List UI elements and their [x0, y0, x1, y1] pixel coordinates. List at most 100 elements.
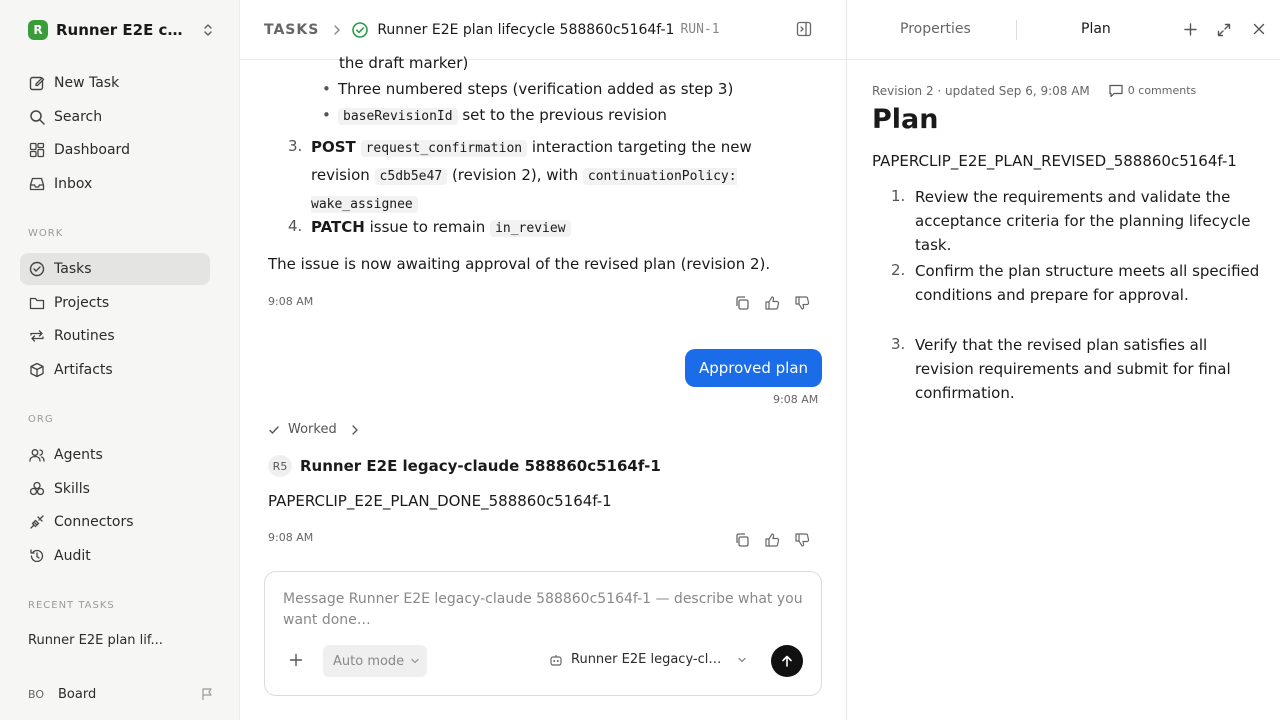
nav-label: Projects [54, 295, 110, 311]
comments-count: 0 comments [1127, 84, 1197, 97]
run-id-badge: RUN-1 [680, 22, 720, 37]
tab-divider [1016, 20, 1017, 40]
tab-properties[interactable]: Properties [900, 21, 971, 37]
plug-icon [28, 513, 46, 531]
nav-audit[interactable]: Audit [20, 540, 210, 572]
plus-icon[interactable] [1183, 22, 1198, 37]
board-avatar: BO [28, 687, 45, 701]
plan-panel: Properties Plan Revision 2 · updated Sep… [846, 0, 1280, 720]
inline-code: c5db5e47 [374, 168, 448, 185]
nav-label: Dashboard [54, 142, 130, 158]
check-icon [268, 424, 280, 436]
tab-plan[interactable]: Plan [1081, 21, 1111, 37]
nav-label: Skills [54, 481, 90, 497]
skills-icon [28, 480, 46, 498]
plan-step: Verify that the revised plan satisfies a… [915, 336, 1231, 402]
plan-step-number: 1. [891, 187, 906, 205]
nav-label: Agents [54, 447, 103, 463]
plan-step-number: 3. [891, 335, 906, 353]
nav-new-task[interactable]: New Task [20, 67, 210, 99]
pencil-square-icon [28, 74, 46, 92]
thumbs-up-icon[interactable] [764, 295, 780, 311]
nav-dashboard[interactable]: Dashboard [20, 134, 210, 166]
robot-icon [549, 653, 563, 667]
user-message-bubble: Approved plan [685, 349, 822, 387]
nav-search[interactable]: Search [20, 101, 210, 133]
plus-icon[interactable] [289, 653, 303, 667]
nav-agents[interactable]: Agents [20, 439, 210, 471]
section-heading-work: WORK [28, 228, 64, 239]
copy-icon[interactable] [734, 532, 750, 548]
nav-label: Inbox [54, 176, 93, 192]
nav-skills[interactable]: Skills [20, 473, 210, 505]
agent-header: R5 Runner E2E legacy-claude 588860c5164f… [268, 455, 661, 477]
step-item: PATCH issue to remain in_review [311, 214, 811, 242]
plan-step-number: 2. [891, 261, 906, 279]
workspace-logo: R [28, 20, 48, 40]
comment-icon [1108, 83, 1124, 98]
nav-routines[interactable]: Routines [20, 320, 210, 352]
inline-code: in_review [490, 220, 571, 237]
page-title: Runner E2E plan lifecycle 588860c5164f-1 [377, 21, 675, 38]
bullet-item: baseRevisionId set to the previous revis… [322, 106, 667, 125]
thumbs-down-icon[interactable] [794, 532, 810, 548]
copy-icon[interactable] [734, 295, 750, 311]
message-actions [734, 532, 810, 548]
message-composer: Message Runner E2E legacy-claude 588860c… [264, 571, 822, 696]
step-text: (revision 2), with [447, 166, 583, 184]
section-heading-org: ORG [28, 414, 54, 425]
users-icon [28, 446, 46, 464]
thumbs-down-icon[interactable] [794, 295, 810, 311]
sidebar-footer: BO Board [28, 683, 214, 705]
arrow-up-icon [780, 654, 794, 668]
message-actions [734, 295, 810, 311]
plan-code: PAPERCLIP_E2E_PLAN_REVISED_588860c5164f-… [872, 152, 1237, 170]
search-icon [28, 108, 46, 126]
chevron-down-icon [737, 656, 747, 664]
inbox-icon [28, 175, 46, 193]
check-circle-icon [351, 21, 369, 39]
recent-task-item[interactable]: Runner E2E plan lif... [28, 633, 163, 648]
agent-select-label: Runner E2E legacy-clau... [571, 652, 729, 667]
revision-label: Revision 2 · updated Sep 6, 9:08 AM [872, 83, 1090, 98]
message-timestamp: 9:08 AM [268, 295, 314, 308]
panel-toggle-icon[interactable] [796, 21, 812, 37]
nav-inbox[interactable]: Inbox [20, 168, 210, 200]
flag-icon[interactable] [200, 687, 214, 701]
repeat-icon [28, 327, 46, 345]
step-text: issue to remain [364, 218, 491, 236]
worked-toggle[interactable]: Worked [268, 422, 359, 437]
inline-code: request_confirmation [360, 140, 528, 157]
mode-select[interactable]: Auto mode [323, 645, 427, 677]
step-verb: POST [311, 138, 356, 156]
conversation-pane: TASKS Runner E2E plan lifecycle 588860c5… [240, 0, 846, 720]
nav-connectors[interactable]: Connectors [20, 506, 210, 538]
step-item: POST request_confirmation interaction ta… [311, 134, 811, 218]
step-verb: PATCH [311, 218, 365, 236]
panel-tabs: Properties Plan [847, 0, 1280, 60]
thumbs-up-icon[interactable] [764, 532, 780, 548]
nav-tasks[interactable]: Tasks [20, 253, 210, 285]
agent-select[interactable]: Runner E2E legacy-clau... [549, 652, 753, 667]
list-item: the draft marker) [339, 54, 469, 72]
chevron-right-icon [333, 24, 341, 36]
send-button[interactable] [771, 645, 803, 677]
dashboard-icon [28, 141, 46, 159]
message-input[interactable]: Message Runner E2E legacy-claude 588860c… [283, 589, 803, 631]
breadcrumb-tasks[interactable]: TASKS [264, 22, 319, 38]
breadcrumb: TASKS Runner E2E plan lifecycle 588860c5… [240, 0, 846, 60]
board-link[interactable]: Board [58, 687, 96, 702]
nav-artifacts[interactable]: Artifacts [20, 354, 210, 386]
nav-label: Routines [54, 328, 115, 344]
close-icon[interactable] [1252, 22, 1266, 36]
workspace-switcher[interactable]: R Runner E2E co... [28, 19, 214, 41]
nav-projects[interactable]: Projects [20, 287, 210, 319]
chevron-down-icon [410, 657, 420, 665]
expand-icon[interactable] [1216, 22, 1232, 38]
worked-label: Worked [288, 422, 337, 437]
message-timestamp: 9:08 AM [773, 393, 819, 406]
nav-label: Audit [54, 548, 91, 564]
bullet-item: Three numbered steps (verification added… [322, 80, 733, 98]
chevron-right-icon [351, 424, 359, 436]
comments-link[interactable]: 0 comments [1104, 83, 1197, 98]
